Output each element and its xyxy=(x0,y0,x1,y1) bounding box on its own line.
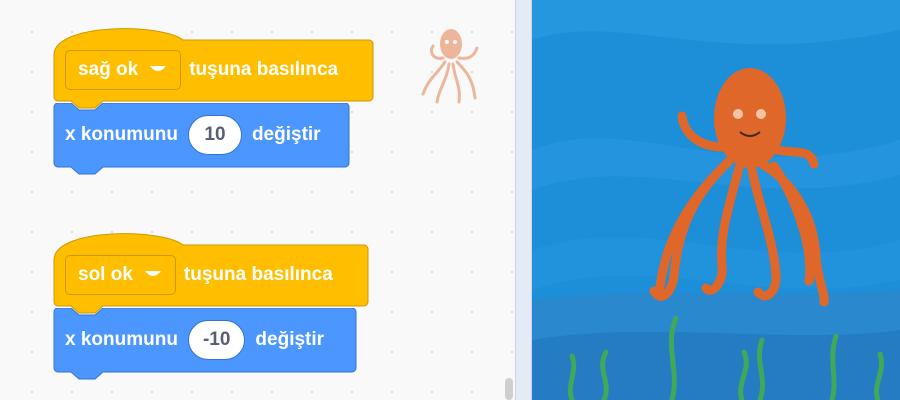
key-dropdown-value: sol ok xyxy=(78,264,133,285)
octopus-sprite-icon xyxy=(421,29,479,104)
motion-prefix: x konumunu xyxy=(65,329,178,350)
code-workspace[interactable]: sağ ok tuşuna basılınca x konumunu 10 de… xyxy=(0,0,515,400)
caret-down-icon xyxy=(150,66,167,71)
caret-down-icon xyxy=(144,271,161,276)
key-dropdown[interactable]: sağ ok xyxy=(65,50,182,90)
workspace-scrollbar[interactable] xyxy=(505,378,513,400)
x-change-input[interactable]: -10 xyxy=(187,320,246,360)
stage-backdrop xyxy=(532,0,900,400)
key-dropdown[interactable]: sol ok xyxy=(65,255,176,295)
motion-suffix: değiştir xyxy=(251,124,321,145)
key-dropdown-value: sağ ok xyxy=(78,59,139,80)
stage[interactable] xyxy=(532,0,900,400)
hat-label: tuşuna basılınca xyxy=(189,59,339,80)
script-right-arrow[interactable]: sağ ok tuşuna basılınca x konumunu 10 de… xyxy=(53,15,378,185)
hat-label: tuşuna basılınca xyxy=(183,264,333,285)
pane-divider xyxy=(515,0,532,400)
script-left-arrow[interactable]: sol ok tuşuna basılınca x konumunu -10 d… xyxy=(53,220,378,390)
motion-prefix: x konumunu xyxy=(65,124,178,145)
motion-suffix: değiştir xyxy=(255,329,325,350)
x-change-input[interactable]: 10 xyxy=(187,115,242,155)
